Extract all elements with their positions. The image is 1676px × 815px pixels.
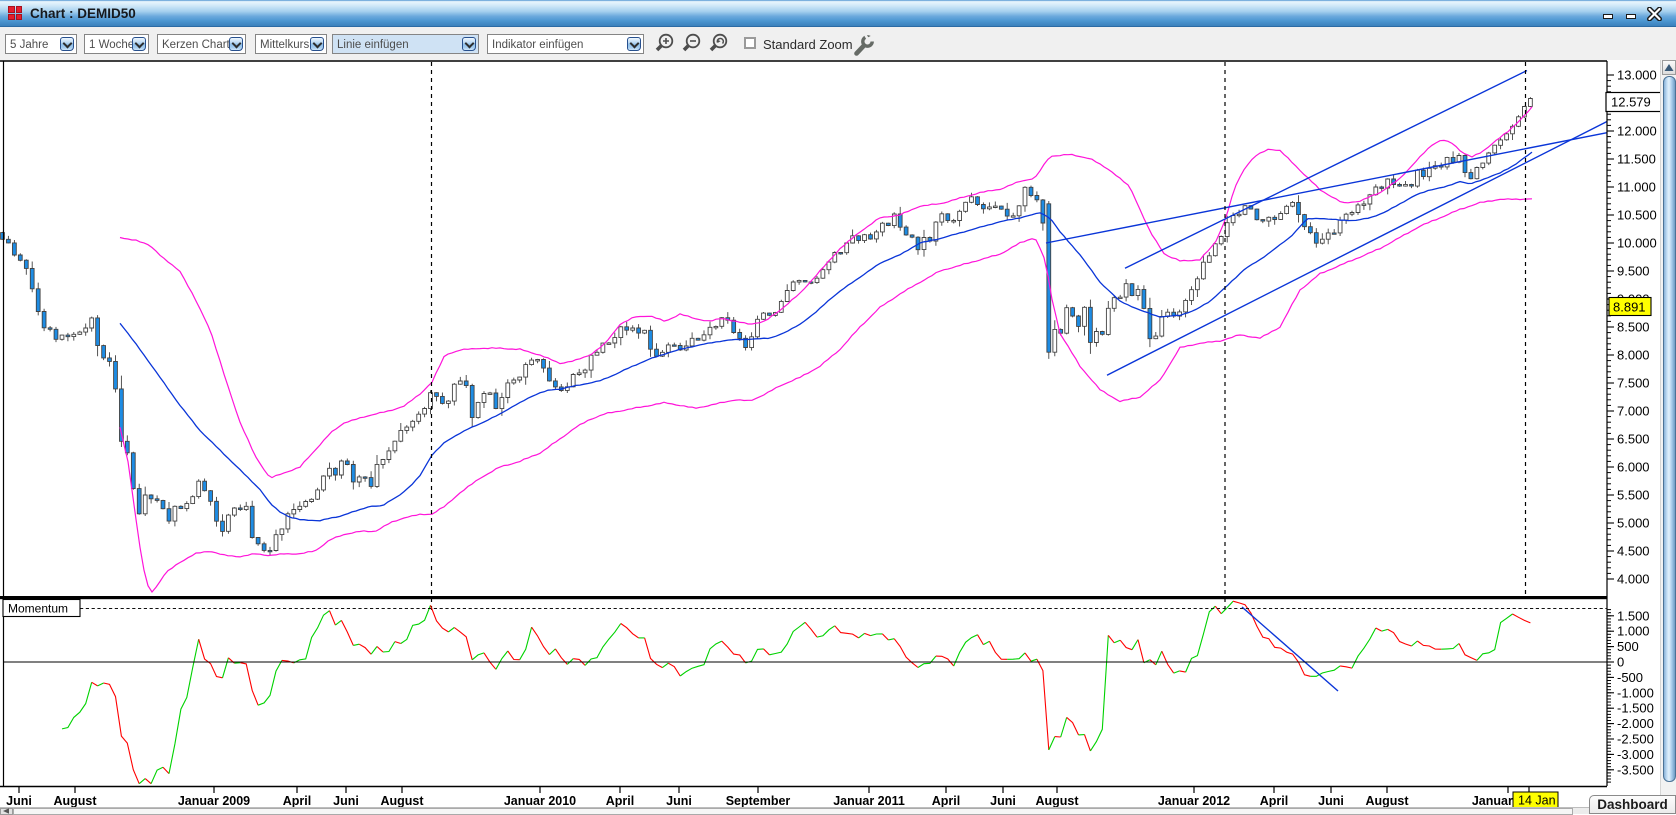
svg-text:14 Jan: 14 Jan — [1518, 794, 1556, 808]
svg-text:-2.000: -2.000 — [1617, 716, 1654, 731]
svg-text:Januar 2010: Januar 2010 — [504, 794, 576, 808]
svg-text:6.000: 6.000 — [1617, 460, 1650, 475]
svg-text:Juni: Juni — [333, 794, 359, 808]
svg-text:-1.500: -1.500 — [1617, 701, 1654, 716]
svg-text:10.500: 10.500 — [1617, 208, 1657, 223]
svg-text:Juni: Juni — [6, 794, 32, 808]
svg-text:8.500: 8.500 — [1617, 320, 1650, 335]
svg-text:11.500: 11.500 — [1617, 152, 1656, 167]
svg-text:April: April — [932, 794, 960, 808]
svg-text:12.579: 12.579 — [1611, 95, 1651, 110]
svg-text:April: April — [283, 794, 311, 808]
svg-text:Januar 2012: Januar 2012 — [1158, 794, 1230, 808]
svg-text:August: August — [53, 794, 97, 808]
svg-text:-1.000: -1.000 — [1617, 685, 1654, 700]
svg-text:August: August — [1365, 794, 1409, 808]
svg-text:Momentum: Momentum — [8, 602, 68, 616]
svg-text:April: April — [1260, 794, 1288, 808]
svg-text:September: September — [726, 794, 791, 808]
svg-text:5.500: 5.500 — [1617, 488, 1650, 503]
svg-text:August: August — [380, 794, 424, 808]
svg-text:500: 500 — [1617, 639, 1639, 654]
svg-text:1.000: 1.000 — [1617, 624, 1650, 639]
svg-text:Januar 2011: Januar 2011 — [833, 794, 905, 808]
svg-text:7.000: 7.000 — [1617, 404, 1650, 419]
svg-text:0: 0 — [1617, 655, 1624, 670]
svg-text:10.000: 10.000 — [1617, 236, 1657, 251]
svg-text:13.000: 13.000 — [1617, 68, 1657, 83]
svg-text:5.000: 5.000 — [1617, 516, 1650, 531]
svg-text:9.500: 9.500 — [1617, 264, 1650, 279]
svg-text:-500: -500 — [1617, 670, 1643, 685]
svg-text:12.000: 12.000 — [1617, 124, 1657, 139]
svg-text:1.500: 1.500 — [1617, 608, 1650, 623]
svg-text:4.500: 4.500 — [1617, 544, 1650, 559]
svg-text:-3.000: -3.000 — [1617, 747, 1654, 762]
svg-text:Januar 2009: Januar 2009 — [178, 794, 250, 808]
svg-text:Juni: Juni — [666, 794, 692, 808]
svg-text:-2.500: -2.500 — [1617, 732, 1654, 747]
svg-text:August: August — [1035, 794, 1079, 808]
svg-text:8.891: 8.891 — [1613, 300, 1646, 315]
svg-text:6.500: 6.500 — [1617, 432, 1650, 447]
svg-text:April: April — [606, 794, 634, 808]
svg-text:Juni: Juni — [1318, 794, 1344, 808]
svg-text:-3.500: -3.500 — [1617, 762, 1654, 777]
svg-text:7.500: 7.500 — [1617, 376, 1650, 391]
svg-text:11.000: 11.000 — [1617, 180, 1656, 195]
svg-text:Juni: Juni — [990, 794, 1016, 808]
svg-text:8.000: 8.000 — [1617, 348, 1650, 363]
svg-text:4.000: 4.000 — [1617, 572, 1650, 587]
